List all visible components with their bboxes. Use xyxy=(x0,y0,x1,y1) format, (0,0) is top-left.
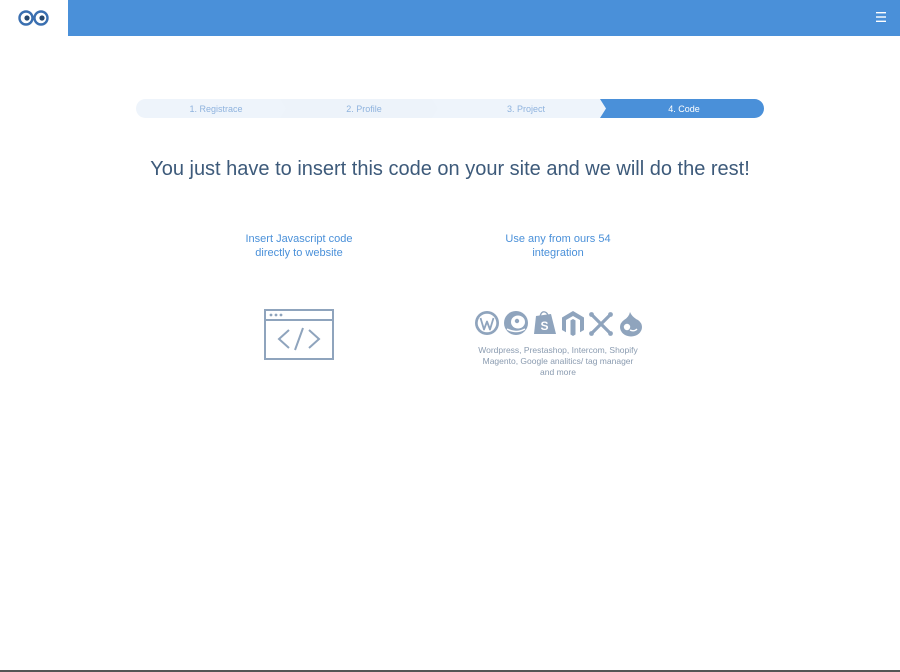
wordpress-icon[interactable] xyxy=(475,311,499,335)
integration-icons: S xyxy=(474,309,644,342)
option-integration-line2: integration xyxy=(532,247,584,259)
option-integration-title[interactable]: Use any from ours 54 integration xyxy=(478,232,638,260)
shopify-icon[interactable]: S xyxy=(534,311,556,334)
code-window-icon[interactable] xyxy=(264,309,334,366)
option-integration-line1: Use any from ours 54 xyxy=(505,233,611,245)
option-js-line2: directly to website xyxy=(255,247,343,259)
eyes-logo-icon xyxy=(18,10,49,26)
page: 1. Registrace 2. Profile 3. Project 4. C… xyxy=(0,0,900,672)
option-js-title[interactable]: Insert Javascript code directly to websi… xyxy=(220,232,378,260)
step-registrace[interactable]: 1. Registrace xyxy=(156,102,276,116)
magento-icon[interactable] xyxy=(562,311,584,336)
integration-description: Wordpress, Prestashop, Intercom, Shopify… xyxy=(468,345,648,378)
prestashop-icon[interactable] xyxy=(504,311,528,335)
progress-stepper: 1. Registrace 2. Profile 3. Project 4. C… xyxy=(136,99,764,118)
integration-desc-line3: and more xyxy=(540,367,576,377)
integration-desc-line1: Wordpress, Prestashop, Intercom, Shopify xyxy=(478,345,638,355)
drupal-icon[interactable] xyxy=(620,312,642,337)
option-js-line1: Insert Javascript code xyxy=(245,233,353,245)
integration-desc-line2: Magento, Google analitics/ tag manager xyxy=(482,356,634,366)
logo[interactable] xyxy=(0,0,68,36)
top-bar xyxy=(0,0,900,36)
joomla-icon[interactable] xyxy=(589,312,613,336)
hamburger-icon xyxy=(876,12,886,22)
page-headline: You just have to insert this code on you… xyxy=(150,158,750,180)
svg-text:S: S xyxy=(540,319,548,333)
step-project[interactable]: 3. Project xyxy=(456,102,596,116)
hamburger-menu-button[interactable] xyxy=(874,8,890,26)
step-code[interactable]: 4. Code xyxy=(614,102,754,116)
step-profile[interactable]: 2. Profile xyxy=(304,102,424,116)
